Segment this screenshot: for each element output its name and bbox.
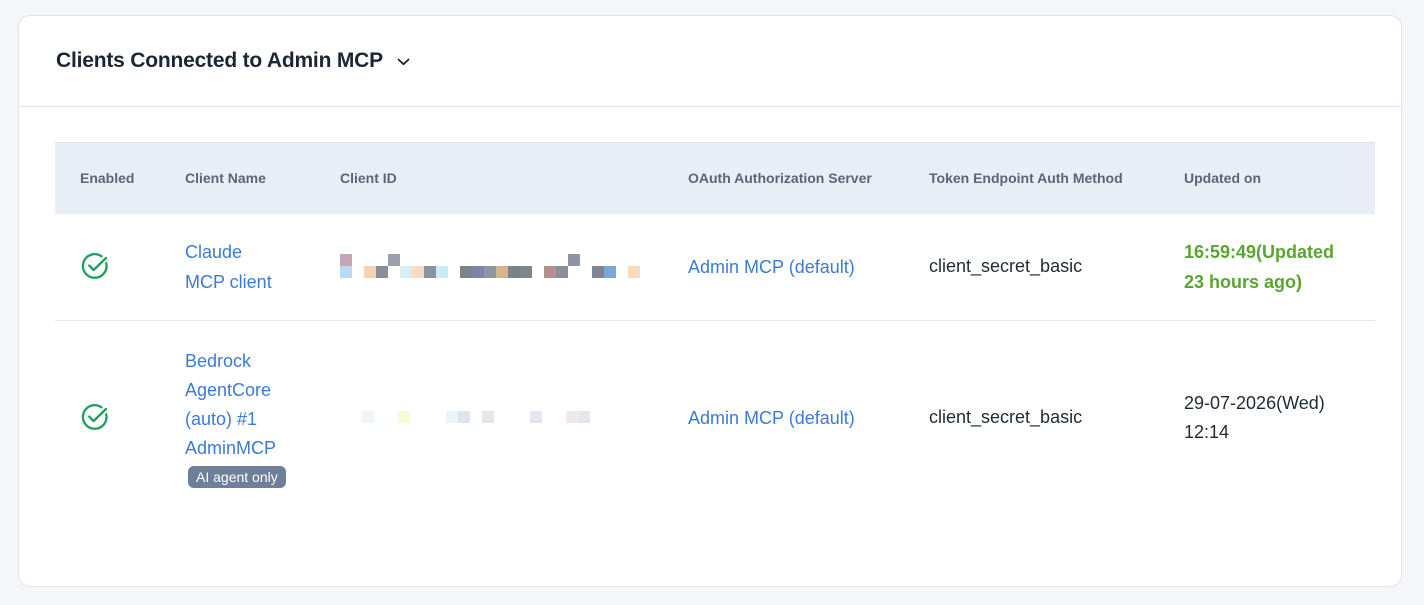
- clients-panel: Clients Connected to Admin MCP Enabled C…: [18, 15, 1402, 587]
- client-name-link[interactable]: (auto) #1: [185, 405, 340, 434]
- table-row[interactable]: Claude MCP client Admin MCP (default) cl…: [55, 214, 1375, 321]
- client-name-cell[interactable]: Claude MCP client: [185, 214, 340, 321]
- enabled-cell: [55, 321, 185, 515]
- table-header-row: Enabled Client Name Client ID OAuth Auth…: [55, 142, 1375, 214]
- ai-agent-badge: AI agent only: [188, 466, 286, 489]
- check-circle-icon: [80, 251, 110, 281]
- panel-title: Clients Connected to Admin MCP: [56, 49, 383, 72]
- table-row[interactable]: Bedrock AgentCore (auto) #1 AdminMCP AI …: [55, 321, 1375, 515]
- client-id-redacted: [340, 250, 660, 284]
- clients-table: Enabled Client Name Client ID OAuth Auth…: [55, 142, 1375, 515]
- check-circle-icon: [80, 402, 110, 432]
- column-header-auth-server: OAuth Authorization Server: [688, 142, 929, 214]
- column-header-enabled: Enabled: [55, 142, 185, 214]
- updated-date: 29-07-2026(Wed): [1184, 392, 1325, 413]
- updated-on-cell: 16:59:49(Updated 23 hours ago): [1184, 214, 1375, 321]
- chevron-down-icon[interactable]: [397, 58, 410, 66]
- client-id-cell: [340, 214, 688, 321]
- auth-method-text: client_secret_basic: [929, 256, 1083, 277]
- updated-relative: 23 hours ago): [1184, 271, 1303, 292]
- updated-on-cell: 29-07-2026(Wed) 12:14: [1184, 321, 1375, 515]
- client-id-redacted: [340, 401, 660, 435]
- column-header-auth-method: Token Endpoint Auth Method: [929, 142, 1184, 214]
- column-header-client-id: Client ID: [340, 142, 688, 214]
- auth-server-cell[interactable]: Admin MCP (default): [688, 214, 929, 321]
- client-name-link[interactable]: AgentCore: [185, 376, 340, 405]
- client-name-link[interactable]: Bedrock: [185, 347, 340, 376]
- auth-server-link[interactable]: Admin MCP (default): [688, 252, 929, 282]
- enabled-cell: [55, 214, 185, 321]
- auth-server-cell[interactable]: Admin MCP (default): [688, 321, 929, 515]
- auth-method-cell: client_secret_basic: [929, 214, 1184, 321]
- client-name-link[interactable]: MCP client: [185, 267, 340, 297]
- panel-header: Clients Connected to Admin MCP: [19, 16, 1401, 107]
- clients-table-wrapper: Enabled Client Name Client ID OAuth Auth…: [55, 142, 1375, 515]
- panel-title-toggle[interactable]: Clients Connected to Admin MCP: [56, 49, 410, 73]
- client-name-link[interactable]: Claude: [185, 237, 340, 267]
- client-id-cell: [340, 321, 688, 515]
- client-name-cell[interactable]: Bedrock AgentCore (auto) #1 AdminMCP AI …: [185, 321, 340, 515]
- auth-method-text: client_secret_basic: [929, 407, 1083, 428]
- client-name-link[interactable]: AdminMCP: [185, 434, 340, 463]
- auth-server-link[interactable]: Admin MCP (default): [688, 403, 929, 433]
- column-header-updated-on: Updated on: [1184, 142, 1375, 214]
- auth-method-cell: client_secret_basic: [929, 321, 1184, 515]
- updated-time: 12:14: [1184, 421, 1230, 442]
- updated-time: 16:59:49(Updated: [1184, 241, 1335, 262]
- column-header-client-name: Client Name: [185, 142, 340, 214]
